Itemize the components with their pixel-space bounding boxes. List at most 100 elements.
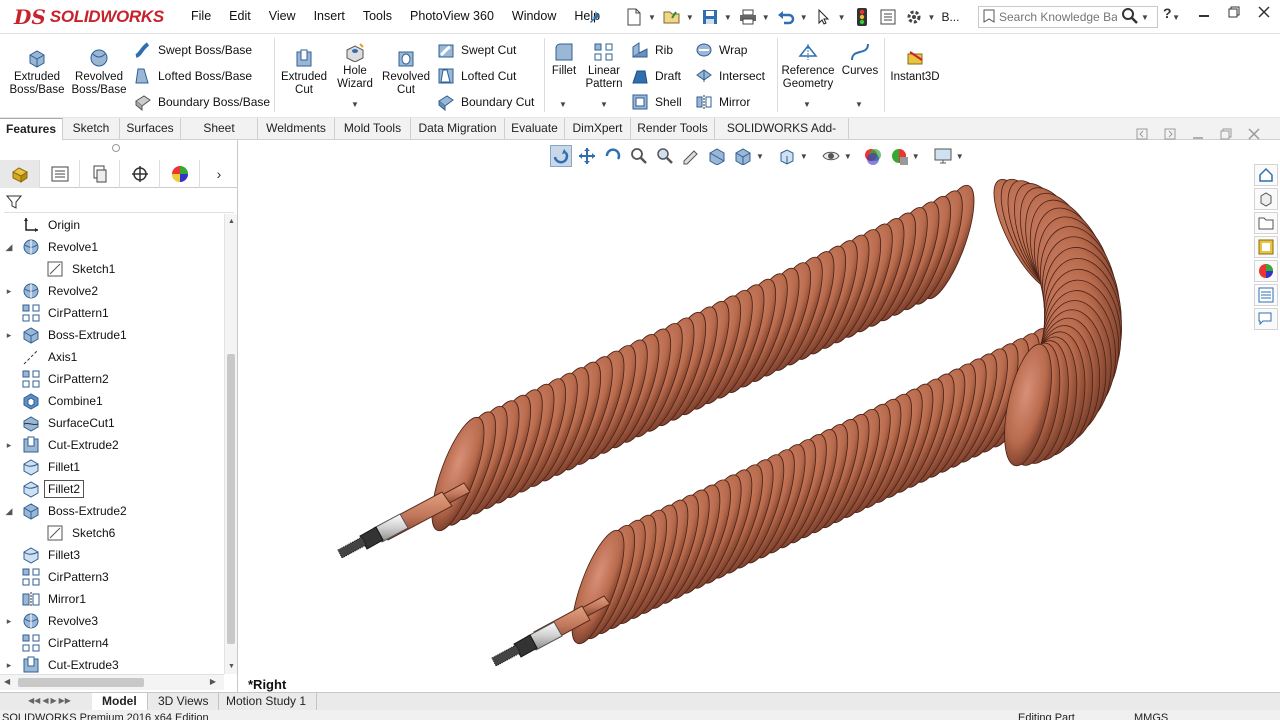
- zoom-to-area-icon[interactable]: [654, 145, 676, 167]
- tab-data-migration[interactable]: Data Migration: [411, 118, 505, 140]
- swept-cut-button[interactable]: Swept Cut: [437, 41, 516, 59]
- panel-expand-arrow-icon[interactable]: ›: [200, 160, 238, 188]
- minimize-icon[interactable]: [1198, 6, 1210, 23]
- revolved-cut-button[interactable]: Revolved Cut: [380, 48, 432, 97]
- menu-tools[interactable]: Tools: [354, 9, 401, 23]
- tree-item[interactable]: CirPattern1: [0, 302, 224, 324]
- hole-wizard-button[interactable]: Hole Wizard: [332, 42, 378, 91]
- tree-item[interactable]: CirPattern3: [0, 566, 224, 588]
- tab-mold-tools[interactable]: Mold Tools: [335, 118, 411, 140]
- restore-icon[interactable]: [1228, 6, 1240, 23]
- document-close-icon[interactable]: [1248, 128, 1260, 143]
- search-knowledge-base[interactable]: ▼: [978, 6, 1158, 28]
- linear-pattern-button[interactable]: Linear Pattern: [582, 42, 626, 91]
- new-document-icon[interactable]: [624, 7, 644, 27]
- instant3d-button[interactable]: Instant3D: [888, 48, 942, 84]
- tab-3d-views[interactable]: 3D Views: [148, 693, 220, 711]
- tree-horizontal-scrollbar[interactable]: ◀ ▶: [0, 674, 224, 690]
- undo-icon[interactable]: [776, 7, 796, 27]
- tab-sketch[interactable]: Sketch: [63, 118, 120, 140]
- revolved-boss-button[interactable]: Revolved Boss/Base: [70, 48, 128, 97]
- options-gear-icon[interactable]: [904, 7, 924, 27]
- menu-photoview[interactable]: PhotoView 360: [401, 9, 503, 23]
- document-tile-left-icon[interactable]: [1136, 128, 1148, 143]
- tree-item[interactable]: Sketch1: [0, 258, 224, 280]
- tab-evaluate[interactable]: Evaluate: [505, 118, 565, 140]
- tab-render-tools[interactable]: Render Tools: [631, 118, 715, 140]
- apply-scene-icon[interactable]: [888, 145, 910, 167]
- open-folder-icon[interactable]: [662, 7, 682, 27]
- tab-solidworks-add-ins[interactable]: SOLIDWORKS Add-Ins: [715, 118, 849, 156]
- horizontal-scrollbar-thumb[interactable]: [18, 678, 144, 687]
- tree-item[interactable]: ◢ Revolve1: [0, 236, 224, 258]
- expand-arrow-icon[interactable]: ▸: [4, 440, 14, 451]
- first-tab-arrow-icon[interactable]: ◀◀: [28, 696, 40, 708]
- select-cursor-icon[interactable]: [814, 7, 834, 27]
- tab-motion-study-1[interactable]: Motion Study 1: [216, 693, 318, 711]
- pan-icon[interactable]: [576, 145, 598, 167]
- shell-button[interactable]: Shell: [631, 93, 682, 111]
- expand-arrow-icon[interactable]: ▸: [4, 330, 14, 341]
- view-orientation-icon[interactable]: [732, 145, 754, 167]
- display-manager-tab[interactable]: [160, 160, 200, 188]
- last-tab-arrow-icon[interactable]: ▶▶: [59, 696, 71, 708]
- previous-view-icon[interactable]: [680, 145, 702, 167]
- file-explorer-icon[interactable]: [1254, 212, 1278, 234]
- feature-manager-tab[interactable]: [0, 160, 40, 188]
- scroll-up-arrow-icon[interactable]: ▲: [228, 218, 235, 225]
- tree-item[interactable]: CirPattern4: [0, 632, 224, 654]
- close-icon[interactable]: [1258, 6, 1270, 23]
- document-minimize-icon[interactable]: [1192, 128, 1204, 143]
- reference-geometry-button[interactable]: Reference Geometry: [780, 42, 836, 91]
- design-library-icon[interactable]: [1254, 188, 1278, 210]
- collapse-arrow-icon[interactable]: ◢: [4, 506, 14, 517]
- scrollbar-thumb[interactable]: [227, 354, 235, 644]
- solidworks-resources-icon[interactable]: [1254, 164, 1278, 186]
- select-dropdown-caret[interactable]: ▼: [838, 13, 846, 22]
- tree-item[interactable]: Sketch6: [0, 522, 224, 544]
- file-properties-icon[interactable]: [878, 7, 898, 27]
- appearances-scenes-icon[interactable]: [1254, 260, 1278, 282]
- display-style-caret[interactable]: ▼: [800, 152, 808, 161]
- options-dropdown-caret[interactable]: ▼: [928, 13, 936, 22]
- search-input[interactable]: [999, 10, 1117, 24]
- tab-surfaces[interactable]: Surfaces: [120, 118, 181, 140]
- tree-item[interactable]: Fillet1: [0, 456, 224, 478]
- solidworks-logo[interactable]: DS SOLIDWORKS: [14, 4, 164, 30]
- tree-item[interactable]: Fillet3: [0, 544, 224, 566]
- zoom-to-fit-icon[interactable]: [602, 145, 624, 167]
- tab-dimxpert[interactable]: DimXpert: [565, 118, 631, 140]
- view-orientation-caret[interactable]: ▼: [756, 152, 764, 161]
- next-tab-arrow-icon[interactable]: ▶: [50, 696, 56, 708]
- hide-show-caret[interactable]: ▼: [844, 152, 852, 161]
- document-restore-icon[interactable]: [1220, 128, 1232, 143]
- menu-view[interactable]: View: [260, 9, 305, 23]
- tree-item[interactable]: ◢ Boss-Extrude2: [0, 500, 224, 522]
- lofted-cut-button[interactable]: Lofted Cut: [437, 67, 516, 85]
- dimxpert-manager-tab[interactable]: [120, 160, 160, 188]
- expand-arrow-icon[interactable]: ▸: [4, 616, 14, 627]
- view-settings-icon[interactable]: [932, 145, 954, 167]
- fillet-button[interactable]: Fillet: [548, 42, 580, 78]
- expand-arrow-icon[interactable]: ▸: [4, 660, 14, 671]
- wrap-button[interactable]: Wrap: [695, 41, 747, 59]
- curves-dropdown-caret[interactable]: ▼: [855, 100, 863, 109]
- tree-item[interactable]: Combine1: [0, 390, 224, 412]
- tab-sheet-metal[interactable]: Sheet Metal: [181, 118, 258, 156]
- forum-icon[interactable]: [1254, 308, 1278, 330]
- draft-button[interactable]: Draft: [631, 67, 681, 85]
- document-tile-right-icon[interactable]: [1164, 128, 1176, 143]
- tab-navigation-arrows[interactable]: ◀◀ ◀ ▶ ▶▶: [28, 696, 86, 708]
- tree-item[interactable]: Axis1: [0, 346, 224, 368]
- property-manager-tab[interactable]: [40, 160, 80, 188]
- truncated-toolbar-label[interactable]: B...: [941, 10, 959, 24]
- tree-item[interactable]: Origin: [0, 214, 224, 236]
- rotate-view-icon[interactable]: [550, 145, 572, 167]
- view-settings-caret[interactable]: ▼: [956, 152, 964, 161]
- boundary-boss-button[interactable]: Boundary Boss/Base: [134, 93, 270, 111]
- prev-tab-arrow-icon[interactable]: ◀: [42, 696, 48, 708]
- expand-arrow-icon[interactable]: ▸: [4, 286, 14, 297]
- tree-item[interactable]: CirPattern2: [0, 368, 224, 390]
- heating-element-model[interactable]: [238, 170, 1238, 690]
- rebuild-traffic-light-icon[interactable]: [852, 7, 872, 27]
